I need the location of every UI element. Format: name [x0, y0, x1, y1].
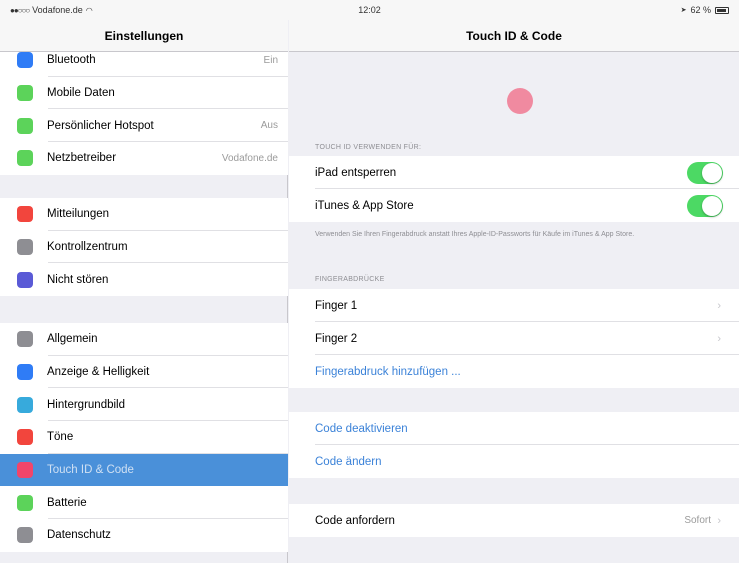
battery-icon [17, 494, 33, 511]
sidebar-item-speaker[interactable]: Töne [0, 421, 288, 454]
ipad-unlock-toggle[interactable] [687, 161, 723, 184]
sidebar-item-label: Nicht stören [47, 273, 109, 286]
itunes-label: iTunes & App Store [315, 199, 414, 212]
display-icon [17, 364, 33, 381]
code-require-value: Sofort [684, 515, 711, 526]
sidebar-item-label: Mobile Daten [47, 87, 115, 100]
screen: ●●○○○ Vodafone.de ◠ 12:02 ➤ 62 % Einstel… [0, 0, 739, 563]
sidebar-group-connectivity: Bluetooth Ein Mobile Daten Persönlicher Hot… [0, 44, 288, 175]
status-right: ➤ 62 % [681, 5, 729, 15]
sidebar-item-fingerprint[interactable]: Touch ID & Code [0, 453, 288, 487]
itunes-toggle[interactable] [687, 194, 723, 217]
sidebar-item-notifications[interactable]: Mitteilungen [0, 198, 288, 231]
section-header-fingerprints: FINGERABDRÜCKE [315, 276, 385, 283]
gear-icon [17, 331, 33, 348]
code-require-row[interactable]: Code anfordern Sofort › [289, 504, 739, 537]
code-change-button[interactable]: Code ändern [289, 445, 739, 478]
code-group: Code deaktivieren Code ändern [289, 412, 739, 478]
itunes-row: iTunes & App Store [289, 189, 739, 222]
sidebar-item-label: Persönlicher Hotspot [47, 119, 154, 132]
status-bar: ●●○○○ Vodafone.de ◠ 12:02 ➤ 62 % [0, 0, 739, 20]
code-require-label: Code anfordern [315, 514, 395, 527]
touchid-options-group: iPad entsperren iTunes & App Store [289, 156, 739, 222]
add-fingerprint-label: Fingerabdruck hinzufügen ... [315, 365, 461, 378]
notifications-icon [17, 206, 33, 223]
sidebar-item-label: Netzbetreiber [47, 152, 117, 165]
sidebar-item-hand[interactable]: Datenschutz [0, 519, 288, 552]
detail-title: Touch ID & Code [289, 20, 739, 52]
sidebar-item-control-center[interactable]: Kontrollzentrum [0, 231, 288, 264]
sidebar-item-label: Kontrollzentrum [47, 241, 128, 254]
speaker-icon [17, 429, 33, 446]
sidebar-item-label: Anzeige & Helligkeit [47, 366, 150, 379]
sidebar-item-label: Allgemein [47, 333, 98, 346]
hand-icon [17, 527, 33, 544]
sidebar-item-phone[interactable]: Netzbetreiber Vodafone.de [0, 142, 288, 175]
sidebar-item-value: Vodafone.de [221, 152, 278, 164]
sidebar-item-gear[interactable]: Allgemein [0, 323, 288, 356]
chevron-right-icon: › [717, 514, 721, 527]
sidebar-item-battery[interactable]: Batterie [0, 486, 288, 520]
sidebar-group-notifications: Mitteilungen Kontrollzentrum Nicht stören [0, 198, 288, 297]
sidebar-item-label: Bluetooth [47, 54, 96, 67]
finger-1-label: Finger 1 [315, 299, 358, 312]
phone-icon [17, 150, 33, 167]
finger-1-row[interactable]: Finger 1 › [289, 289, 739, 322]
sidebar-item-wallpaper[interactable]: Hintergrundbild [0, 388, 288, 422]
ipad-unlock-label: iPad entsperren [315, 166, 397, 179]
detail-pane: Touch ID & Code TOUCH ID VERWENDEN FÜR: … [289, 20, 739, 563]
sidebar-item-antenna[interactable]: Mobile Daten [0, 77, 288, 110]
sidebar-item-value: Ein [263, 54, 278, 66]
sidebar-group-general: Allgemein Anzeige & Helligkeit Hintergrund… [0, 323, 288, 552]
bluetooth-icon [17, 52, 33, 69]
fingerprint-icon [17, 462, 33, 479]
sidebar-item-label: Töne [47, 431, 74, 444]
sidebar-item-label: Touch ID & Code [47, 464, 134, 477]
fingerprints-group: Finger 1 › Finger 2 › Fingerabdruck hinz… [289, 289, 739, 388]
battery-percent: 62 % [690, 5, 711, 15]
sidebar-item-hotspot[interactable]: Persönlicher Hotspot Aus [0, 109, 288, 143]
chevron-right-icon: › [717, 332, 721, 345]
code-disable-label: Code deaktivieren [315, 422, 408, 435]
sidebar-item-label: Datenschutz [47, 529, 111, 542]
sidebar-item-value: Aus [260, 120, 278, 132]
wallpaper-icon [17, 396, 33, 413]
add-fingerprint-button[interactable]: Fingerabdruck hinzufügen ... [289, 355, 739, 388]
finger-2-row[interactable]: Finger 2 › [289, 322, 739, 355]
location-icon: ➤ [680, 7, 687, 14]
antenna-icon [17, 85, 33, 102]
sidebar-item-label: Mitteilungen [47, 208, 110, 221]
finger-2-label: Finger 2 [315, 332, 358, 345]
control-center-icon [17, 239, 33, 256]
sidebar-item-label: Batterie [47, 496, 87, 509]
sidebar-item-moon[interactable]: Nicht stören [0, 263, 288, 296]
clock: 12:02 [358, 5, 381, 15]
sidebar-item-display[interactable]: Anzeige & Helligkeit [0, 356, 288, 389]
fingerprint-icon [507, 88, 533, 114]
chevron-right-icon: › [717, 299, 721, 312]
itunes-note: Verwenden Sie Ihren Fingerabdruck anstat… [315, 231, 635, 238]
hotspot-icon [17, 117, 33, 134]
ipad-unlock-row: iPad entsperren [289, 156, 739, 189]
section-header-touchid: TOUCH ID VERWENDEN FÜR: [315, 144, 422, 151]
settings-sidebar: Einstellungen Bluetooth Ein Mobile Daten Pe… [0, 20, 288, 563]
sidebar-item-label: Hintergrundbild [47, 398, 125, 411]
sidebar-title: Einstellungen [0, 20, 288, 52]
code-disable-button[interactable]: Code deaktivieren [289, 412, 739, 445]
code-change-label: Code ändern [315, 455, 382, 468]
battery-icon [715, 6, 729, 14]
moon-icon [17, 271, 33, 288]
code-require-group: Code anfordern Sofort › [289, 504, 739, 537]
